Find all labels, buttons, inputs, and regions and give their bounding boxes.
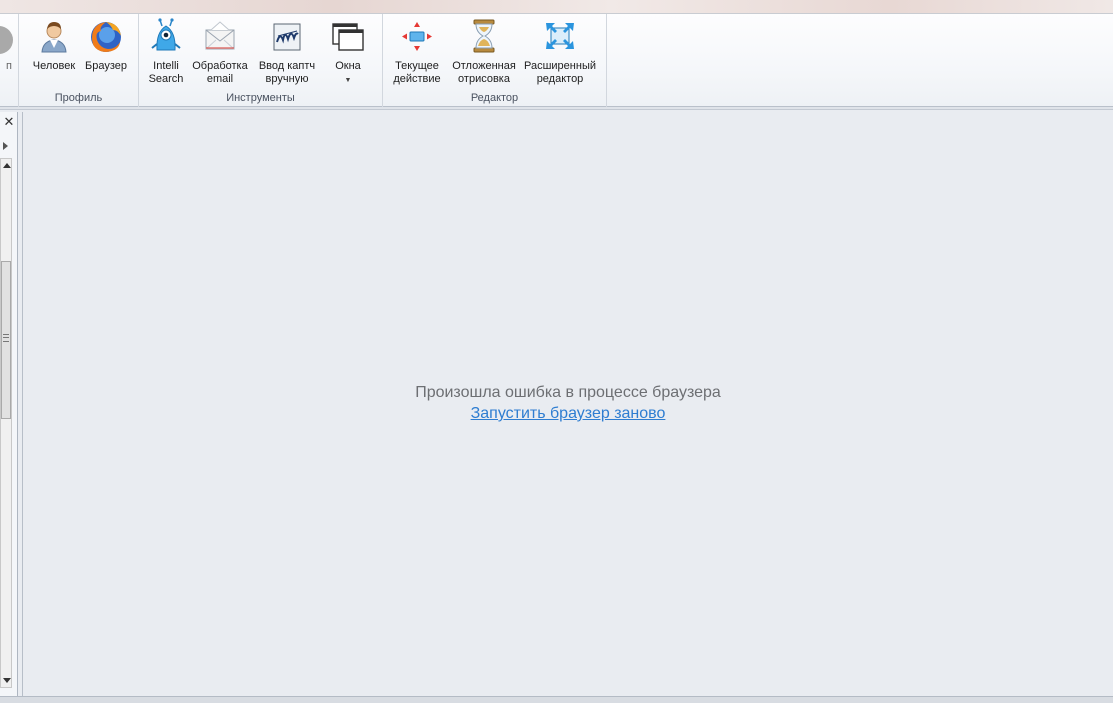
ribbon-group-tools: Intelli Search Обработка email Ввод капт… — [139, 14, 383, 107]
intelli-search-button[interactable]: Intelli Search — [145, 18, 187, 90]
error-block: Произошла ошибка в процессе браузера Зап… — [23, 382, 1113, 424]
captcha-icon — [270, 18, 304, 54]
browser-content-area: Произошла ошибка в процессе браузера Зап… — [22, 112, 1113, 696]
deferred-render-button[interactable]: Отложенная отрисовка — [449, 18, 519, 90]
expand-arrow-icon[interactable] — [3, 142, 8, 150]
person-icon — [37, 18, 71, 54]
chevron-down-icon: ▼ — [344, 77, 352, 84]
vertical-scrollbar[interactable] — [0, 158, 12, 688]
human-button[interactable]: Человек — [29, 18, 79, 90]
extended-editor-button[interactable]: Расширенный редактор — [523, 18, 597, 90]
grip-icon — [3, 334, 9, 342]
circle-icon — [0, 18, 16, 54]
current-action-icon — [400, 18, 434, 54]
firefox-icon — [89, 18, 123, 54]
ribbon-group-editor: Текущее действие Отложенная отрисовка Ра… — [383, 14, 607, 107]
ribbon-group-cut: п — [0, 14, 19, 107]
ribbon: п Человек Браузер Профиль Intelli Search… — [0, 14, 1113, 107]
browser-button[interactable]: Браузер — [82, 18, 130, 90]
email-processing-button[interactable]: Обработка email — [190, 18, 250, 90]
error-message: Произошла ошибка в процессе браузера — [415, 384, 721, 401]
ribbon-group-profile: Человек Браузер Профиль — [19, 14, 139, 107]
windows-icon — [331, 18, 365, 54]
ribbon-separator — [0, 107, 1113, 110]
hourglass-icon — [467, 18, 501, 54]
windows-dropdown-button[interactable]: Окна ▼ — [327, 18, 369, 90]
scroll-up-icon[interactable] — [3, 163, 11, 168]
current-action-button[interactable]: Текущее действие — [389, 18, 445, 90]
manual-captcha-button[interactable]: Ввод каптч вручную — [254, 18, 320, 90]
title-bar — [0, 0, 1113, 14]
alien-icon — [149, 18, 183, 54]
left-panel: ✕ — [0, 112, 18, 696]
envelope-icon — [203, 18, 237, 54]
cut-off-button[interactable]: п — [0, 18, 14, 90]
scrollbar-thumb[interactable] — [1, 261, 11, 419]
close-icon[interactable]: ✕ — [1, 115, 17, 129]
scroll-down-icon[interactable] — [3, 678, 11, 683]
expand-icon — [543, 18, 577, 54]
restart-browser-link[interactable]: Запустить браузер заново — [471, 403, 666, 424]
status-bar — [0, 696, 1113, 703]
